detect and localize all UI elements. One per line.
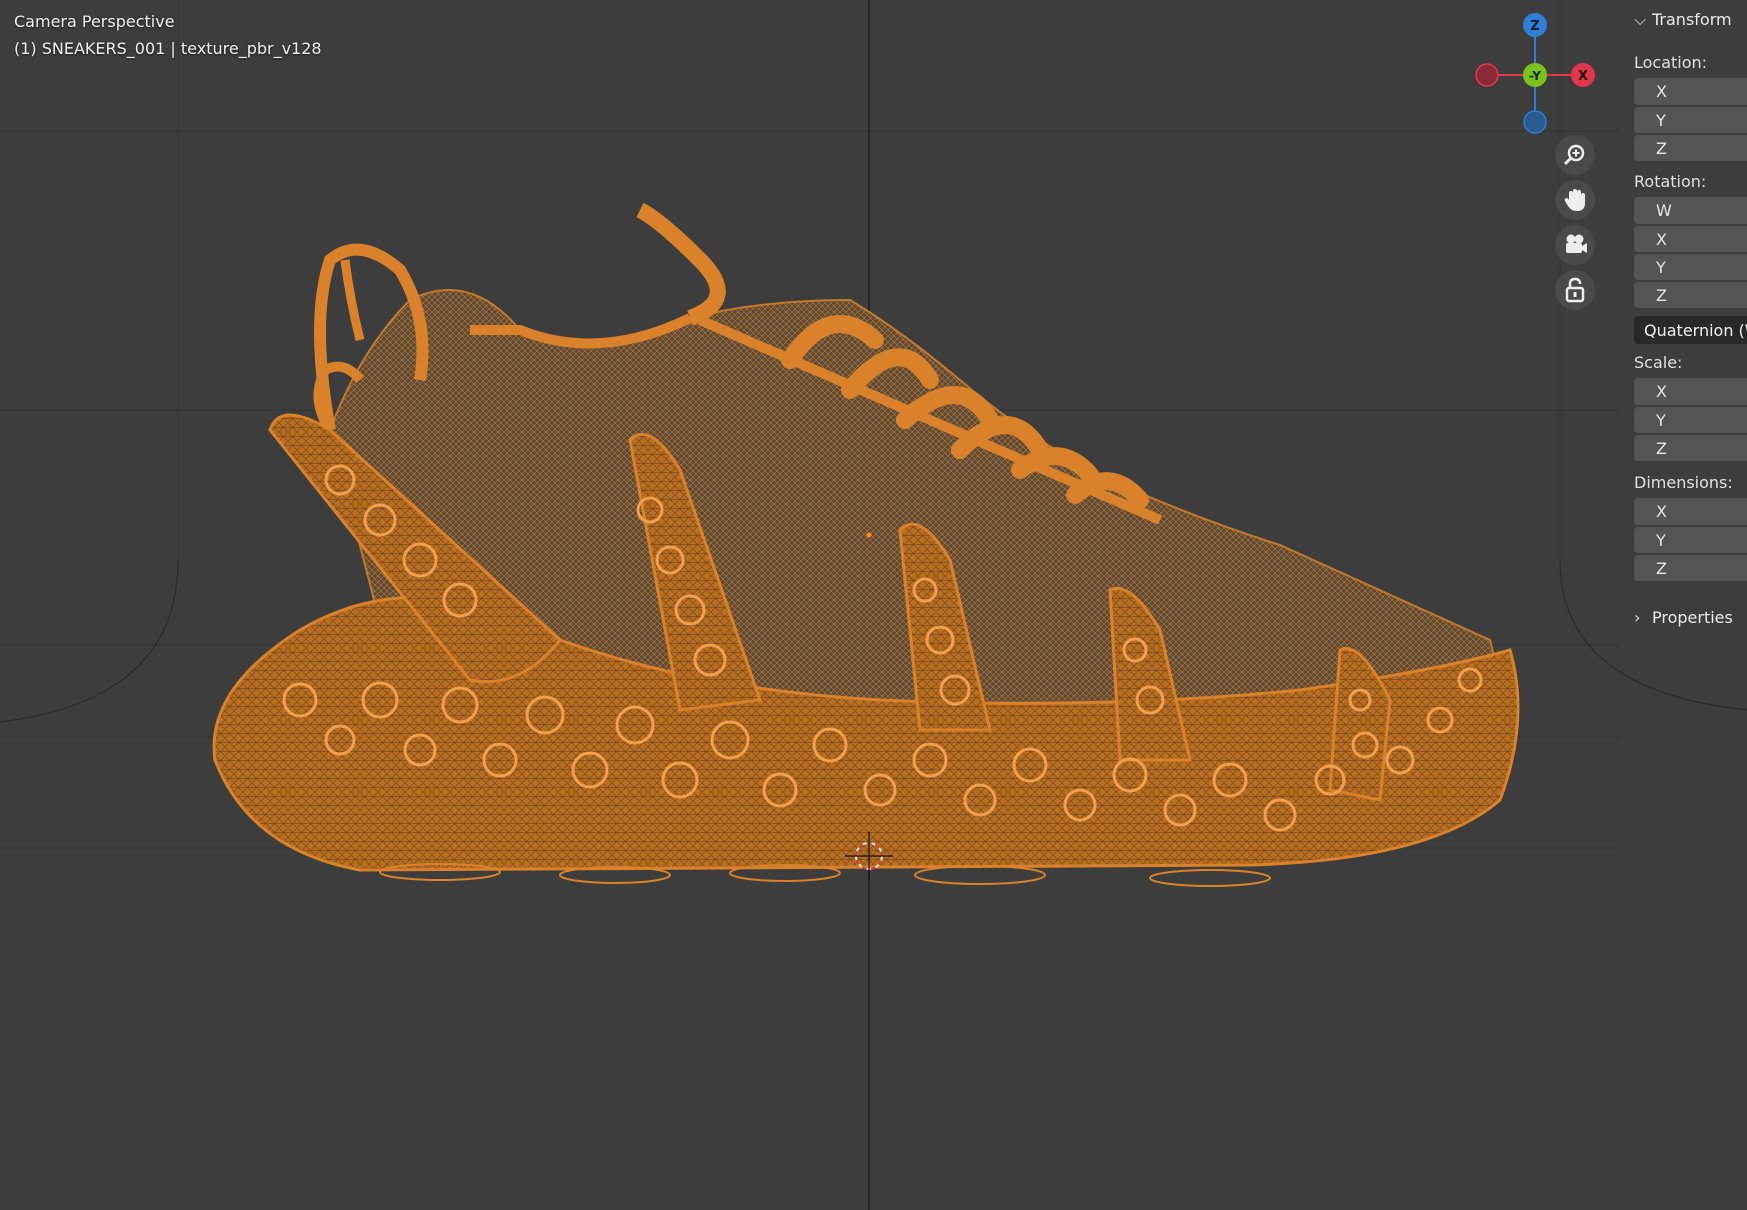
rotation-w-field[interactable]: W	[1634, 197, 1747, 224]
chevron-down-icon: ⌵	[1634, 10, 1647, 29]
location-label: Location:	[1634, 53, 1708, 72]
zoom-icon	[1563, 144, 1585, 166]
sneaker-wireframe-model	[212, 202, 1520, 887]
location-z-field[interactable]: Z	[1634, 134, 1747, 161]
rotation-label: Rotation:	[1634, 172, 1707, 191]
lock-view-button[interactable]	[1555, 270, 1595, 310]
properties-panel-header[interactable]: › Properties	[1634, 608, 1733, 627]
scale-x-field[interactable]: X	[1634, 378, 1747, 405]
axis-gizmo[interactable]: Z X -Y	[1475, 13, 1595, 134]
scale-z-field[interactable]: Z	[1634, 434, 1747, 461]
dimensions-z-field[interactable]: Z	[1634, 554, 1747, 581]
scale-label: Scale:	[1634, 353, 1683, 372]
sidebar-panel: ⌵ Transform Location: X Y Z Rotation: W X…	[1620, 0, 1747, 640]
rotation-y-field[interactable]: Y	[1634, 253, 1747, 280]
chevron-right-icon: ›	[1634, 608, 1641, 627]
location-y-field[interactable]: Y	[1634, 106, 1747, 133]
transform-panel-header[interactable]: ⌵ Transform	[1634, 10, 1732, 30]
transform-header-label: Transform	[1652, 10, 1732, 29]
pan-button[interactable]	[1555, 180, 1595, 220]
gizmo-z-neg-axis	[1523, 110, 1547, 134]
dimensions-label: Dimensions:	[1634, 473, 1733, 492]
gizmo-z-label: Z	[1530, 19, 1539, 34]
dimensions-y-field[interactable]: Y	[1634, 526, 1747, 553]
properties-header-label: Properties	[1652, 608, 1733, 627]
gizmo-x-neg-axis	[1475, 63, 1499, 87]
object-info: (1) SNEAKERS_001 | texture_pbr_v128	[14, 39, 322, 58]
viewport-title: Camera Perspective	[14, 12, 175, 31]
dimensions-x-field[interactable]: X	[1634, 498, 1747, 525]
3d-viewport[interactable]: Z X -Y	[0, 0, 1747, 1210]
lock-icon	[1565, 277, 1585, 303]
camera-icon	[1566, 234, 1587, 253]
hand-icon	[1564, 189, 1585, 211]
rotation-mode-select[interactable]: Quaternion (W	[1634, 316, 1747, 344]
camera-view-button[interactable]	[1555, 225, 1595, 265]
zoom-button[interactable]	[1555, 135, 1595, 175]
gizmo-x-label: X	[1578, 69, 1588, 84]
location-x-field[interactable]: X	[1634, 78, 1747, 105]
rotation-x-field[interactable]: X	[1634, 225, 1747, 252]
rotation-z-field[interactable]: Z	[1634, 281, 1747, 308]
scale-y-field[interactable]: Y	[1634, 406, 1747, 433]
gizmo-y-label: -Y	[1529, 69, 1541, 83]
